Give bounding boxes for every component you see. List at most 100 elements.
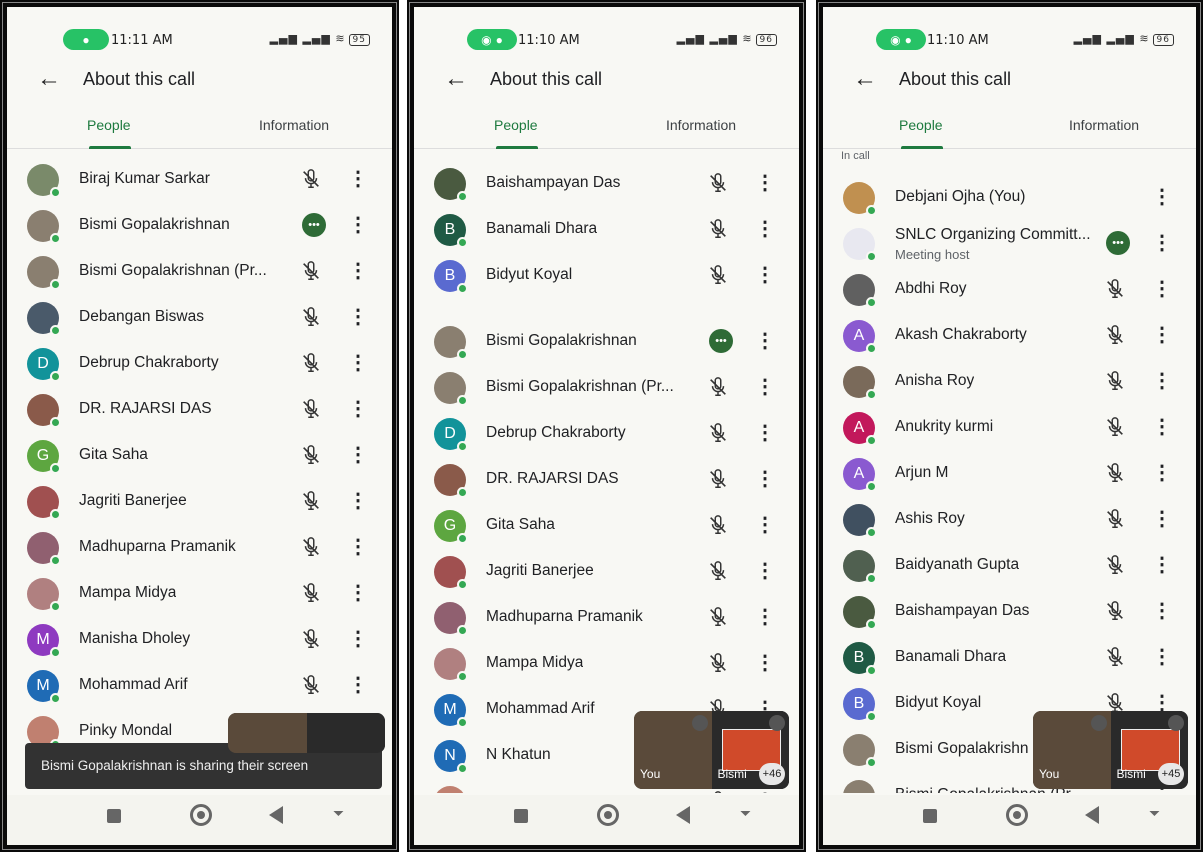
back-arrow-icon[interactable]: ← [444, 65, 468, 93]
participant-row[interactable]: B Banamali Dhara ⋮ [414, 207, 799, 253]
participant-row[interactable]: A Akash Chakraborty ⋮ [823, 313, 1196, 359]
more-options-icon[interactable]: ⋮ [348, 398, 368, 420]
expand-nav-icon[interactable]: ⏷ [740, 805, 751, 822]
participant-row[interactable]: Baishampayan Das ⋮ [823, 589, 1196, 635]
participants-list[interactable]: Biraj Kumar Sarkar ⋮ Bismi Gopalakrishnan •… [7, 150, 392, 793]
back-icon[interactable] [676, 806, 690, 824]
recents-icon[interactable] [514, 809, 528, 823]
more-options-icon[interactable]: ⋮ [348, 260, 368, 282]
participant-row[interactable]: Debangan Biswas ⋮ [7, 295, 392, 341]
participant-row[interactable]: Jagriti Banerjee ⋮ [7, 479, 392, 525]
more-options-icon[interactable]: ⋮ [755, 468, 775, 490]
more-options-icon[interactable]: ⋮ [348, 168, 368, 190]
participant-row[interactable]: Abdhi Roy ⋮ [823, 267, 1196, 313]
more-options-icon[interactable]: ⋮ [1152, 186, 1172, 208]
participant-row[interactable]: Ashis Roy ⋮ [823, 497, 1196, 543]
more-options-icon[interactable]: ⋮ [755, 264, 775, 286]
avatar [843, 596, 877, 630]
more-options-icon[interactable]: ⋮ [1152, 278, 1172, 300]
more-options-icon[interactable]: ⋮ [755, 218, 775, 240]
back-icon[interactable] [1085, 806, 1099, 824]
more-options-icon[interactable]: ⋮ [348, 444, 368, 466]
more-options-icon[interactable]: ⋮ [755, 606, 775, 628]
recents-icon[interactable] [923, 809, 937, 823]
participant-row[interactable]: Anisha Roy ⋮ [823, 359, 1196, 405]
more-options-icon[interactable]: ⋮ [348, 536, 368, 558]
more-options-icon[interactable]: ⋮ [348, 674, 368, 696]
picture-in-picture[interactable] [228, 713, 385, 753]
expand-nav-icon[interactable]: ⏷ [1149, 805, 1160, 822]
participant-row[interactable]: D Debrup Chakraborty ⋮ [7, 341, 392, 387]
tab-people[interactable]: People [87, 117, 131, 133]
tab-information[interactable]: Information [1069, 117, 1139, 133]
participant-row[interactable]: Baishampayan Das ⋮ [414, 161, 799, 207]
more-options-icon[interactable]: ⋮ [1152, 646, 1172, 668]
participant-row[interactable]: B Banamali Dhara ⋮ [823, 635, 1196, 681]
participant-row[interactable]: M Mohammad Arif ⋮ [7, 663, 392, 709]
more-options-icon[interactable]: ⋮ [755, 790, 775, 793]
more-options-icon[interactable]: ⋮ [348, 490, 368, 512]
more-options-icon[interactable]: ⋮ [348, 582, 368, 604]
expand-nav-icon[interactable]: ⏷ [333, 805, 344, 822]
participant-row[interactable]: Bismi Gopalakrishnan (Pr... ⋮ [7, 249, 392, 295]
tab-information[interactable]: Information [259, 117, 329, 133]
participant-row[interactable]: DR. RAJARSI DAS ⋮ [414, 457, 799, 503]
more-options-icon[interactable]: ⋮ [755, 330, 775, 352]
more-options-icon[interactable]: ⋮ [348, 352, 368, 374]
participant-row[interactable]: Debjani Ojha (You) ⋮ [823, 175, 1196, 221]
participant-row[interactable]: Bismi Gopalakrishnan ••• ⋮ [414, 319, 799, 365]
home-icon[interactable] [597, 804, 619, 826]
recents-icon[interactable] [107, 809, 121, 823]
participant-row[interactable]: A Anukrity kurmi ⋮ [823, 405, 1196, 451]
more-options-icon[interactable]: ⋮ [1152, 600, 1172, 622]
status-bar: ◉ ● 11:10 AM ▂▄▆ ▂▄▆ ≋ 96 [414, 25, 799, 55]
more-options-icon[interactable]: ⋮ [1152, 232, 1172, 254]
participant-row[interactable]: A Arjun M ⋮ [823, 451, 1196, 497]
participant-row[interactable]: Baidyanath Gupta ⋮ [823, 543, 1196, 589]
participant-row[interactable]: SNLC Organizing Committ... Meeting host ••… [823, 221, 1196, 267]
participant-row[interactable]: DR. RAJARSI DAS ⋮ [7, 387, 392, 433]
picture-in-picture[interactable]: You Bismi +46 [634, 711, 789, 789]
more-options-icon[interactable]: ⋮ [755, 560, 775, 582]
back-icon[interactable] [269, 806, 283, 824]
participant-row[interactable]: Mampa Midya ⋮ [7, 571, 392, 617]
tab-people[interactable]: People [494, 117, 538, 133]
more-options-icon[interactable]: ⋮ [1152, 554, 1172, 576]
more-options-icon[interactable]: ⋮ [755, 172, 775, 194]
participant-row[interactable]: Biraj Kumar Sarkar ⋮ [7, 157, 392, 203]
tab-information[interactable]: Information [666, 117, 736, 133]
more-options-icon[interactable]: ⋮ [1152, 370, 1172, 392]
participants-list[interactable]: Baishampayan Das ⋮ B Banamali Dhara ⋮ B Bidyut… [414, 150, 799, 793]
more-options-icon[interactable]: ⋮ [348, 628, 368, 650]
participant-row[interactable]: Bismi Gopalakrishnan (Pr... ⋮ [414, 365, 799, 411]
participant-row[interactable]: Jagriti Banerjee ⋮ [414, 549, 799, 595]
participant-row[interactable]: Madhuparna Pramanik ⋮ [414, 595, 799, 641]
more-options-icon[interactable]: ⋮ [755, 422, 775, 444]
participant-row[interactable]: M Manisha Dholey ⋮ [7, 617, 392, 663]
participant-row[interactable]: B Bidyut Koyal ⋮ [414, 253, 799, 299]
more-options-icon[interactable]: ⋮ [1152, 462, 1172, 484]
more-options-icon[interactable]: ⋮ [348, 214, 368, 236]
more-options-icon[interactable]: ⋮ [1152, 324, 1172, 346]
participant-row[interactable]: Madhuparna Pramanik ⋮ [7, 525, 392, 571]
home-icon[interactable] [190, 804, 212, 826]
more-options-icon[interactable]: ⋮ [1152, 416, 1172, 438]
more-options-icon[interactable]: ⋮ [755, 652, 775, 674]
back-arrow-icon[interactable]: ← [853, 65, 877, 93]
participant-row[interactable]: G Gita Saha ⋮ [7, 433, 392, 479]
mic-muted-icon [707, 606, 731, 630]
online-status-dot [50, 601, 61, 612]
more-options-icon[interactable]: ⋮ [1152, 508, 1172, 530]
participant-row[interactable]: Bismi Gopalakrishnan ••• ⋮ [7, 203, 392, 249]
back-arrow-icon[interactable]: ← [37, 65, 61, 93]
more-options-icon[interactable]: ⋮ [755, 514, 775, 536]
participant-row[interactable]: G Gita Saha ⋮ [414, 503, 799, 549]
more-options-icon[interactable]: ⋮ [755, 376, 775, 398]
tab-people[interactable]: People [899, 117, 943, 133]
picture-in-picture[interactable]: You Bismi +45 [1033, 711, 1188, 789]
more-options-icon[interactable]: ⋮ [348, 306, 368, 328]
home-icon[interactable] [1006, 804, 1028, 826]
participant-row[interactable]: Mampa Midya ⋮ [414, 641, 799, 687]
participant-row[interactable]: D Debrup Chakraborty ⋮ [414, 411, 799, 457]
participants-list[interactable]: In call Debjani Ojha (You) ⋮ SNLC Organizin… [823, 150, 1196, 793]
